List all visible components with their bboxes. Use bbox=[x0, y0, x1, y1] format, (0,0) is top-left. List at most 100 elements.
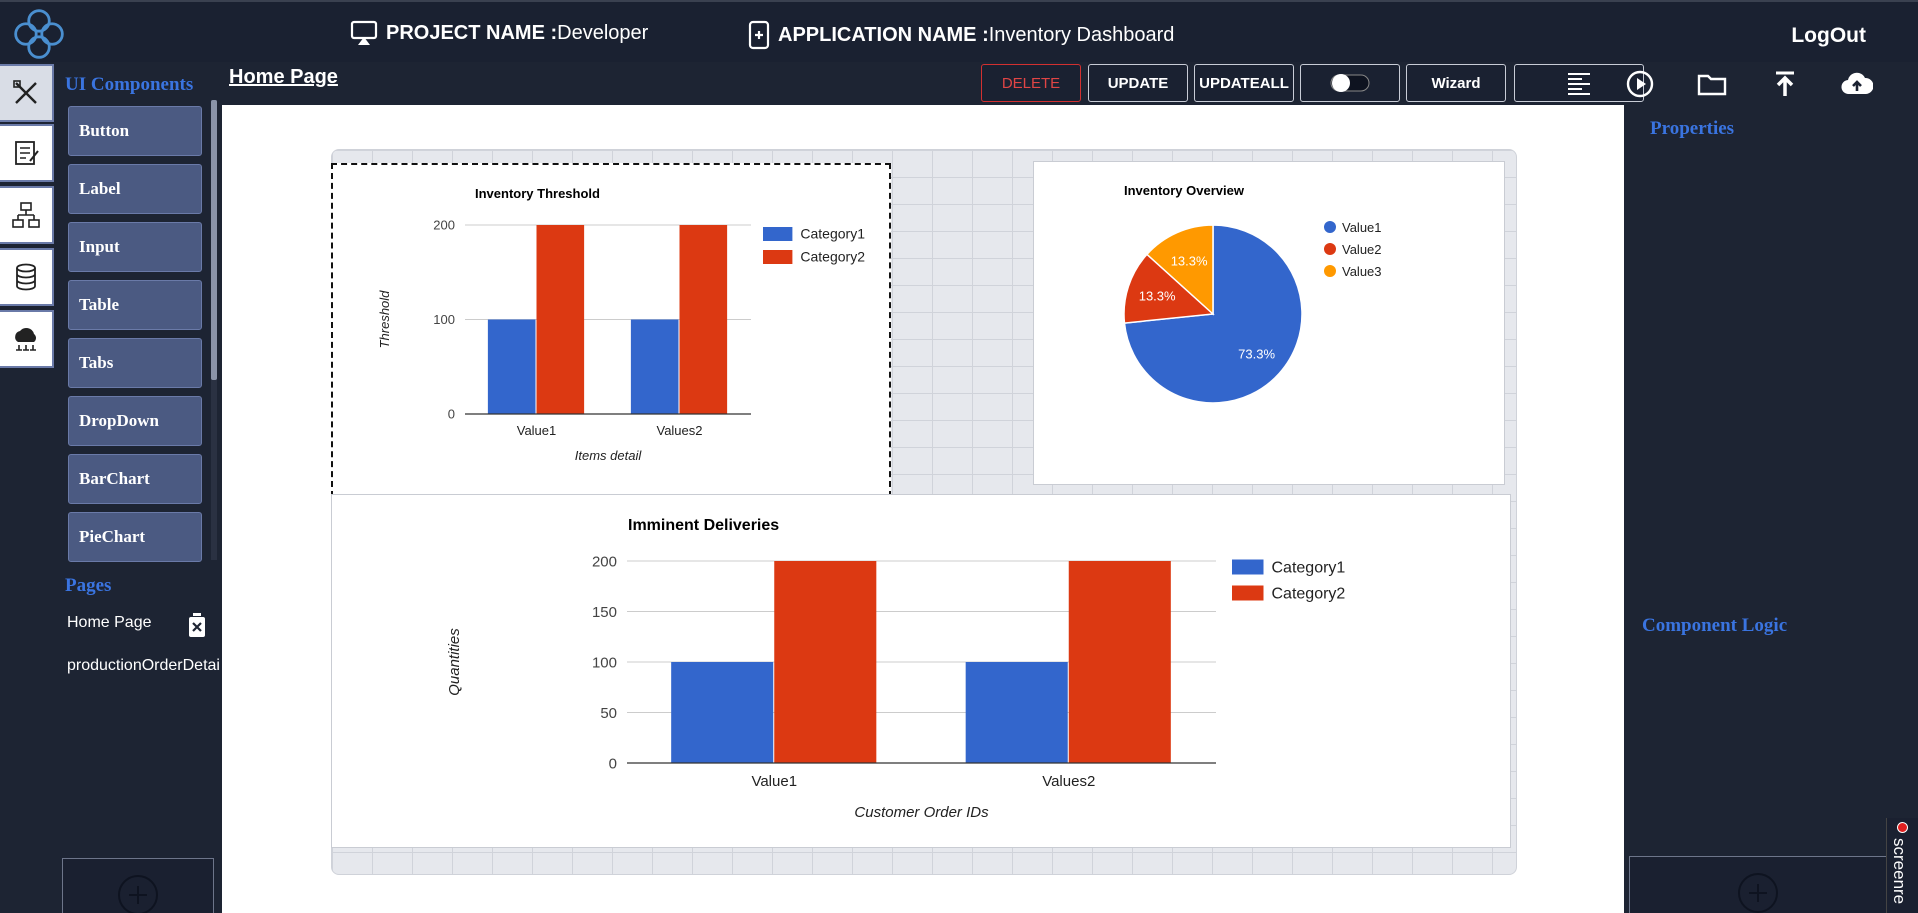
inventory-threshold-widget[interactable]: 0 100 200 Value1 Values2 Inventory Threshold I… bbox=[331, 163, 891, 497]
form-rail-button[interactable] bbox=[0, 124, 54, 182]
pie-slice-label: 73.3% bbox=[1238, 346, 1275, 361]
chart-title: Imminent Deliveries bbox=[628, 517, 779, 534]
add-page-button[interactable] bbox=[118, 875, 158, 913]
legend-label: Value3 bbox=[1342, 264, 1382, 279]
legend-label: Category1 bbox=[800, 226, 865, 242]
mode-toggle[interactable] bbox=[1300, 64, 1400, 102]
align-left-icon bbox=[1568, 73, 1590, 95]
y-axis-label: Threshold bbox=[377, 290, 392, 349]
tools-icon bbox=[13, 80, 37, 104]
y-tick-label: 100 bbox=[433, 312, 455, 327]
pages-title: Pages bbox=[65, 575, 112, 596]
project-name: PROJECT NAME :Developer bbox=[350, 20, 648, 46]
deploy-button[interactable] bbox=[1840, 67, 1874, 101]
add-logic-button[interactable] bbox=[1738, 873, 1778, 913]
open-folder-button[interactable] bbox=[1695, 67, 1729, 101]
component-input[interactable]: Input bbox=[68, 222, 202, 272]
bar-category2 bbox=[679, 225, 728, 414]
page-title: Home Page bbox=[229, 66, 338, 88]
add-logic-panel bbox=[1629, 856, 1887, 913]
add-page-panel bbox=[62, 858, 214, 913]
x-tick-label: Values2 bbox=[656, 423, 702, 438]
application-value: Inventory Dashboard bbox=[988, 23, 1175, 46]
api-rail-button[interactable] bbox=[0, 310, 54, 368]
legend-swatch bbox=[1324, 221, 1336, 233]
preview-button[interactable] bbox=[1623, 67, 1657, 101]
top-header: PROJECT NAME :Developer APPLICATION NAME… bbox=[0, 0, 1918, 62]
bar-category1 bbox=[487, 319, 536, 414]
bar-category1 bbox=[965, 662, 1068, 763]
y-tick-label: 200 bbox=[592, 553, 617, 570]
x-tick-label: Value1 bbox=[517, 423, 557, 438]
toggle-switch-icon bbox=[1330, 74, 1370, 92]
updateall-button[interactable]: UPDATEALL bbox=[1194, 64, 1294, 102]
chart-title: Inventory Overview bbox=[1124, 183, 1245, 198]
components-scrollbar-thumb[interactable] bbox=[211, 100, 217, 380]
cast-icon bbox=[350, 20, 378, 45]
plus-icon bbox=[1749, 884, 1767, 902]
inventory-overview-widget[interactable]: 73.3% 13.3% 13.3% Inventory Overview Value1 V… bbox=[1033, 161, 1505, 485]
screen-recorder-tab[interactable]: screenre bbox=[1886, 818, 1918, 913]
delete-button[interactable]: DELETE bbox=[981, 64, 1081, 102]
x-axis-label: Customer Order IDs bbox=[854, 804, 989, 821]
flow-icon bbox=[12, 202, 40, 228]
component-logic-title: Component Logic bbox=[1642, 615, 1788, 636]
component-barchart[interactable]: BarChart bbox=[68, 454, 202, 504]
component-table[interactable]: Table bbox=[68, 280, 202, 330]
bar-category2 bbox=[774, 561, 877, 763]
legend-swatch bbox=[1324, 243, 1336, 255]
legend-swatch bbox=[1232, 585, 1264, 601]
legend-label: Value2 bbox=[1342, 242, 1382, 257]
update-button[interactable]: UPDATE bbox=[1088, 64, 1188, 102]
component-label[interactable]: Label bbox=[68, 164, 202, 214]
legend-label: Value1 bbox=[1342, 220, 1382, 235]
bar-category2 bbox=[536, 225, 585, 414]
legend-label: Category2 bbox=[1272, 585, 1346, 602]
upload-arrow-icon bbox=[1776, 71, 1794, 96]
project-label: PROJECT NAME : bbox=[386, 21, 558, 44]
chart-title: Inventory Threshold bbox=[475, 186, 600, 201]
page-item-production-order[interactable]: productionOrderDetai bbox=[67, 657, 220, 675]
y-tick-label: 150 bbox=[592, 604, 617, 621]
x-axis-label: Items detail bbox=[575, 448, 643, 463]
tools-rail-button[interactable] bbox=[0, 64, 54, 122]
logout-button[interactable]: LogOut bbox=[1791, 24, 1866, 48]
api-cloud-icon bbox=[15, 327, 36, 351]
left-icon-rail bbox=[0, 62, 56, 913]
legend-swatch bbox=[1324, 265, 1336, 277]
app-logo[interactable] bbox=[10, 6, 68, 62]
database-icon bbox=[16, 263, 36, 291]
y-tick-label: 100 bbox=[592, 654, 617, 671]
project-value: Developer bbox=[557, 21, 649, 44]
export-button[interactable] bbox=[1768, 67, 1802, 101]
wizard-button[interactable]: Wizard bbox=[1406, 64, 1506, 102]
legend-swatch bbox=[1232, 559, 1264, 575]
pie-slice-label: 13.3% bbox=[1139, 289, 1176, 304]
ui-components-title: UI Components bbox=[65, 74, 194, 95]
component-dropdown[interactable]: DropDown bbox=[68, 396, 202, 446]
y-tick-label: 0 bbox=[609, 755, 617, 772]
page-item-home[interactable]: Home Page bbox=[67, 614, 152, 632]
record-dot-icon bbox=[1897, 822, 1908, 833]
flow-rail-button[interactable] bbox=[0, 186, 54, 244]
legend-label: Category2 bbox=[800, 249, 865, 265]
mobile-app-icon bbox=[748, 20, 770, 50]
application-label: APPLICATION NAME : bbox=[778, 23, 989, 46]
legend-swatch bbox=[763, 227, 793, 241]
y-tick-label: 50 bbox=[600, 705, 617, 722]
imminent-deliveries-chart: 0 50 100 150 200 Value1 Values2 Imminent Delive… bbox=[446, 517, 1346, 821]
delete-page-icon[interactable] bbox=[186, 612, 208, 638]
bar-category1 bbox=[671, 662, 774, 763]
imminent-deliveries-widget[interactable]: 0 50 100 150 200 Value1 Values2 Imminent Delive… bbox=[331, 494, 1511, 848]
form-icon bbox=[15, 141, 39, 165]
y-tick-label: 200 bbox=[433, 218, 455, 233]
database-rail-button[interactable] bbox=[0, 248, 54, 306]
plus-icon bbox=[129, 886, 147, 904]
component-button[interactable]: Button bbox=[68, 106, 202, 156]
inventory-overview-chart: 73.3% 13.3% 13.3% Inventory Overview Value1 V… bbox=[1123, 183, 1382, 404]
properties-title: Properties bbox=[1650, 118, 1735, 139]
component-piechart[interactable]: PieChart bbox=[68, 512, 202, 562]
bar-category2 bbox=[1068, 561, 1171, 763]
component-tabs[interactable]: Tabs bbox=[68, 338, 202, 388]
application-name: APPLICATION NAME :Inventory Dashboard bbox=[748, 20, 1174, 50]
